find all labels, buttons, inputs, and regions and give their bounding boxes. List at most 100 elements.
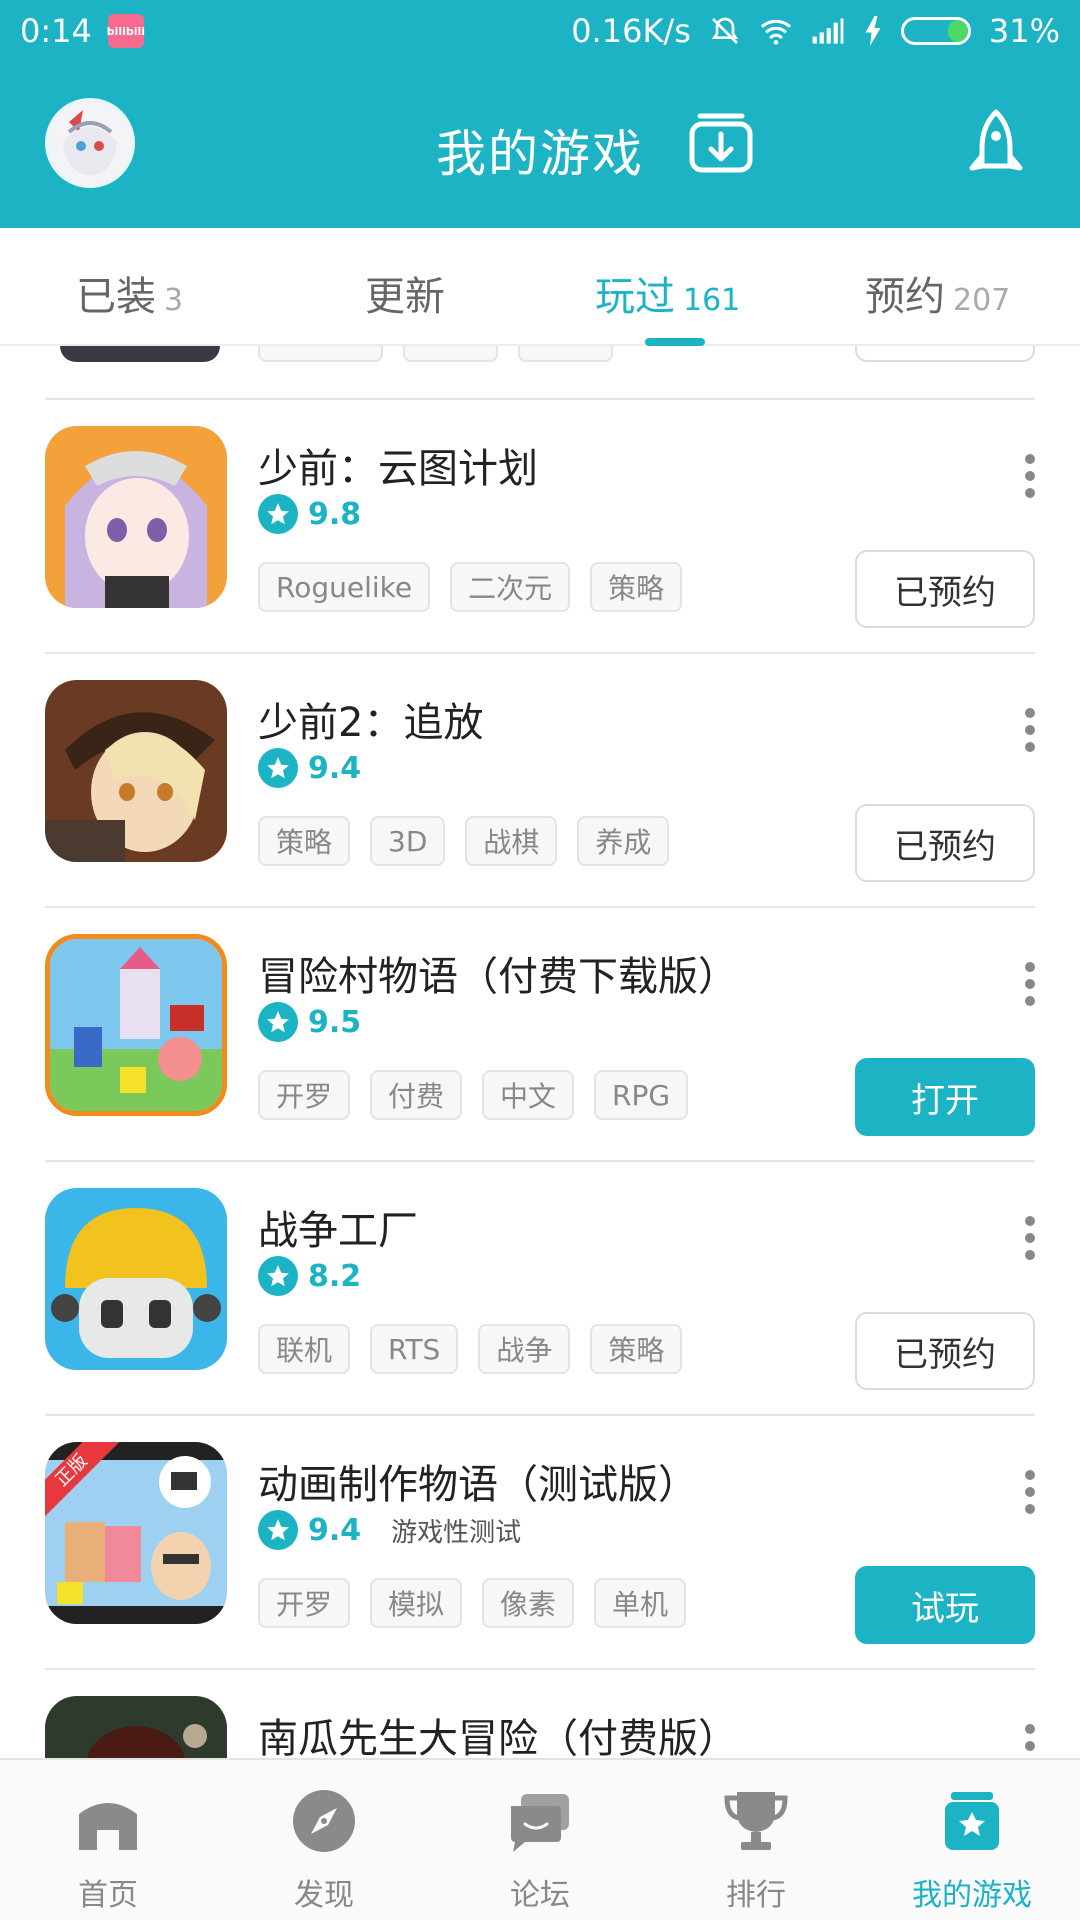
star-icon	[258, 748, 298, 788]
app-bar: 我的游戏	[0, 62, 1080, 228]
game-title: 动画制作物语（测试版）	[258, 1462, 698, 1508]
reserved-button[interactable]: 已预约	[855, 550, 1035, 628]
star-icon	[258, 1256, 298, 1296]
tab-installed[interactable]: 已装 3	[76, 264, 183, 322]
game-icon[interactable]	[45, 680, 227, 862]
more-options-icon[interactable]	[1024, 708, 1036, 752]
game-tag[interactable]: 战棋	[465, 816, 558, 866]
more-options-icon[interactable]	[1024, 1724, 1036, 1758]
partial-row-remnant	[0, 346, 1080, 366]
nav-ranking[interactable]: 排行	[648, 1760, 864, 1920]
game-tag[interactable]: RPG	[594, 1070, 689, 1120]
game-rating: 9.5	[258, 1002, 361, 1042]
game-title: 战争工厂	[258, 1208, 418, 1254]
game-icon[interactable]	[45, 934, 227, 1116]
game-title: 冒险村物语（付费下载版）	[258, 954, 738, 1000]
nav-forum[interactable]: 论坛	[432, 1760, 648, 1920]
game-icon[interactable]	[45, 1696, 227, 1758]
game-tag[interactable]: Roguelike	[258, 562, 431, 612]
game-icon-art	[45, 1696, 227, 1758]
tab-played-count: 161	[683, 283, 741, 318]
trial-play-button[interactable]: 试玩	[855, 1566, 1035, 1644]
game-tag[interactable]: 联机	[258, 1324, 351, 1374]
star-icon	[258, 1510, 298, 1550]
tab-bar: 已装 3 更新 玩过 161 预约 207	[0, 228, 1080, 346]
game-row[interactable]: 少前：云图计划 9.8 Roguelike 二次元 策略 已预约	[0, 398, 1080, 652]
game-tag[interactable]: 策略	[590, 1324, 683, 1374]
nav-discover[interactable]: 发现	[216, 1760, 432, 1920]
more-options-icon[interactable]	[1024, 1470, 1036, 1514]
reserved-button[interactable]: 已预约	[855, 1312, 1035, 1390]
game-tag[interactable]: 模拟	[370, 1578, 463, 1628]
game-tag[interactable]: 开罗	[258, 1070, 351, 1120]
rating-score: 8.2	[308, 1258, 362, 1294]
game-row[interactable]: 战争工厂 8.2 联机 RTS 战争 策略 已预约	[0, 1160, 1080, 1414]
game-tag[interactable]: 策略	[258, 816, 351, 866]
game-tag[interactable]: 策略	[590, 562, 683, 612]
nav-my-games[interactable]: 我的游戏	[864, 1760, 1080, 1920]
game-icon[interactable]: 正版	[45, 1442, 227, 1624]
game-tag[interactable]: RTS	[370, 1324, 459, 1374]
page-title: 我的游戏	[436, 125, 644, 183]
game-icon[interactable]	[45, 1188, 227, 1370]
game-title: 南瓜先生大冒险（付费版）	[258, 1716, 738, 1758]
nav-my-games-label: 我的游戏	[912, 1878, 1032, 1913]
rating-score: 9.5	[308, 1004, 362, 1040]
game-row[interactable]: 冒险村物语（付费下载版） 9.5 开罗 付费 中文 RPG 打开	[0, 906, 1080, 1160]
nav-home[interactable]: 首页	[0, 1760, 216, 1920]
net-speed: 0.16K/s	[571, 12, 691, 50]
bilibili-app-icon: bilibili	[107, 14, 145, 48]
tab-installed-count: 3	[164, 283, 184, 318]
rating-score: 9.4	[308, 750, 362, 786]
game-tags: 策略 3D 战棋 养成	[258, 816, 670, 866]
tab-played-label: 玩过	[595, 274, 675, 320]
tab-played[interactable]: 玩过 161	[595, 264, 740, 322]
game-tags: 开罗 付费 中文 RPG	[258, 1070, 689, 1120]
game-list[interactable]: 少前：云图计划 9.8 Roguelike 二次元 策略 已预约 少前2：追放 …	[0, 346, 1080, 1758]
game-icon[interactable]	[45, 426, 227, 608]
game-tag[interactable]: 付费	[370, 1070, 463, 1120]
battery-icon	[900, 17, 971, 45]
game-tags: 联机 RTS 战争 策略	[258, 1324, 683, 1374]
trophy-icon	[724, 1792, 788, 1850]
game-row[interactable]: 南瓜先生大冒险（付费版）	[0, 1668, 1080, 1758]
more-options-icon[interactable]	[1024, 962, 1036, 1006]
nav-home-label: 首页	[78, 1878, 138, 1913]
nav-discover-label: 发现	[294, 1878, 354, 1913]
game-rating: 9.4	[258, 748, 361, 788]
open-button[interactable]: 打开	[855, 1058, 1035, 1136]
mute-bell-icon	[711, 17, 739, 44]
download-manager-icon[interactable]	[686, 108, 756, 178]
compass-icon	[293, 1790, 355, 1852]
game-tag[interactable]: 养成	[577, 816, 670, 866]
game-tag[interactable]: 中文	[482, 1070, 575, 1120]
tab-reserved-label: 预约	[865, 274, 945, 320]
rating-score: 9.8	[308, 496, 362, 532]
game-title: 少前2：追放	[258, 700, 484, 746]
tab-reserved[interactable]: 预约 207	[865, 264, 1010, 322]
status-time: 0:14	[20, 12, 92, 50]
game-tag[interactable]: 战争	[478, 1324, 571, 1374]
game-row[interactable]: 少前2：追放 9.4 策略 3D 战棋 养成 已预约	[0, 652, 1080, 906]
game-tag[interactable]: 3D	[370, 816, 446, 866]
game-tag[interactable]: 单机	[594, 1578, 687, 1628]
game-tag[interactable]: 二次元	[450, 562, 571, 612]
game-row[interactable]: 正版 动画制作物语（测试版） 9.4 游戏性测试 开罗 模拟 像素 单机 试玩	[0, 1414, 1080, 1668]
reserved-button[interactable]: 已预约	[855, 804, 1035, 882]
more-options-icon[interactable]	[1024, 1216, 1036, 1260]
tab-updates[interactable]: 更新	[365, 264, 445, 322]
game-tags: Roguelike 二次元 策略	[258, 562, 683, 612]
game-icon-art	[45, 1188, 227, 1370]
more-options-icon[interactable]	[1024, 454, 1036, 498]
game-tag[interactable]: 开罗	[258, 1578, 351, 1628]
signal-icon	[812, 18, 844, 44]
game-tag[interactable]: 像素	[482, 1578, 575, 1628]
game-rating: 9.8	[258, 494, 361, 534]
nav-forum-label: 论坛	[510, 1878, 570, 1913]
game-tags: 开罗 模拟 像素 单机	[258, 1578, 687, 1628]
game-icon-art	[45, 426, 227, 608]
rocket-icon[interactable]	[966, 108, 1026, 178]
game-rating: 9.4 游戏性测试	[258, 1510, 521, 1550]
star-icon	[258, 1002, 298, 1042]
wifi-icon	[760, 19, 792, 45]
